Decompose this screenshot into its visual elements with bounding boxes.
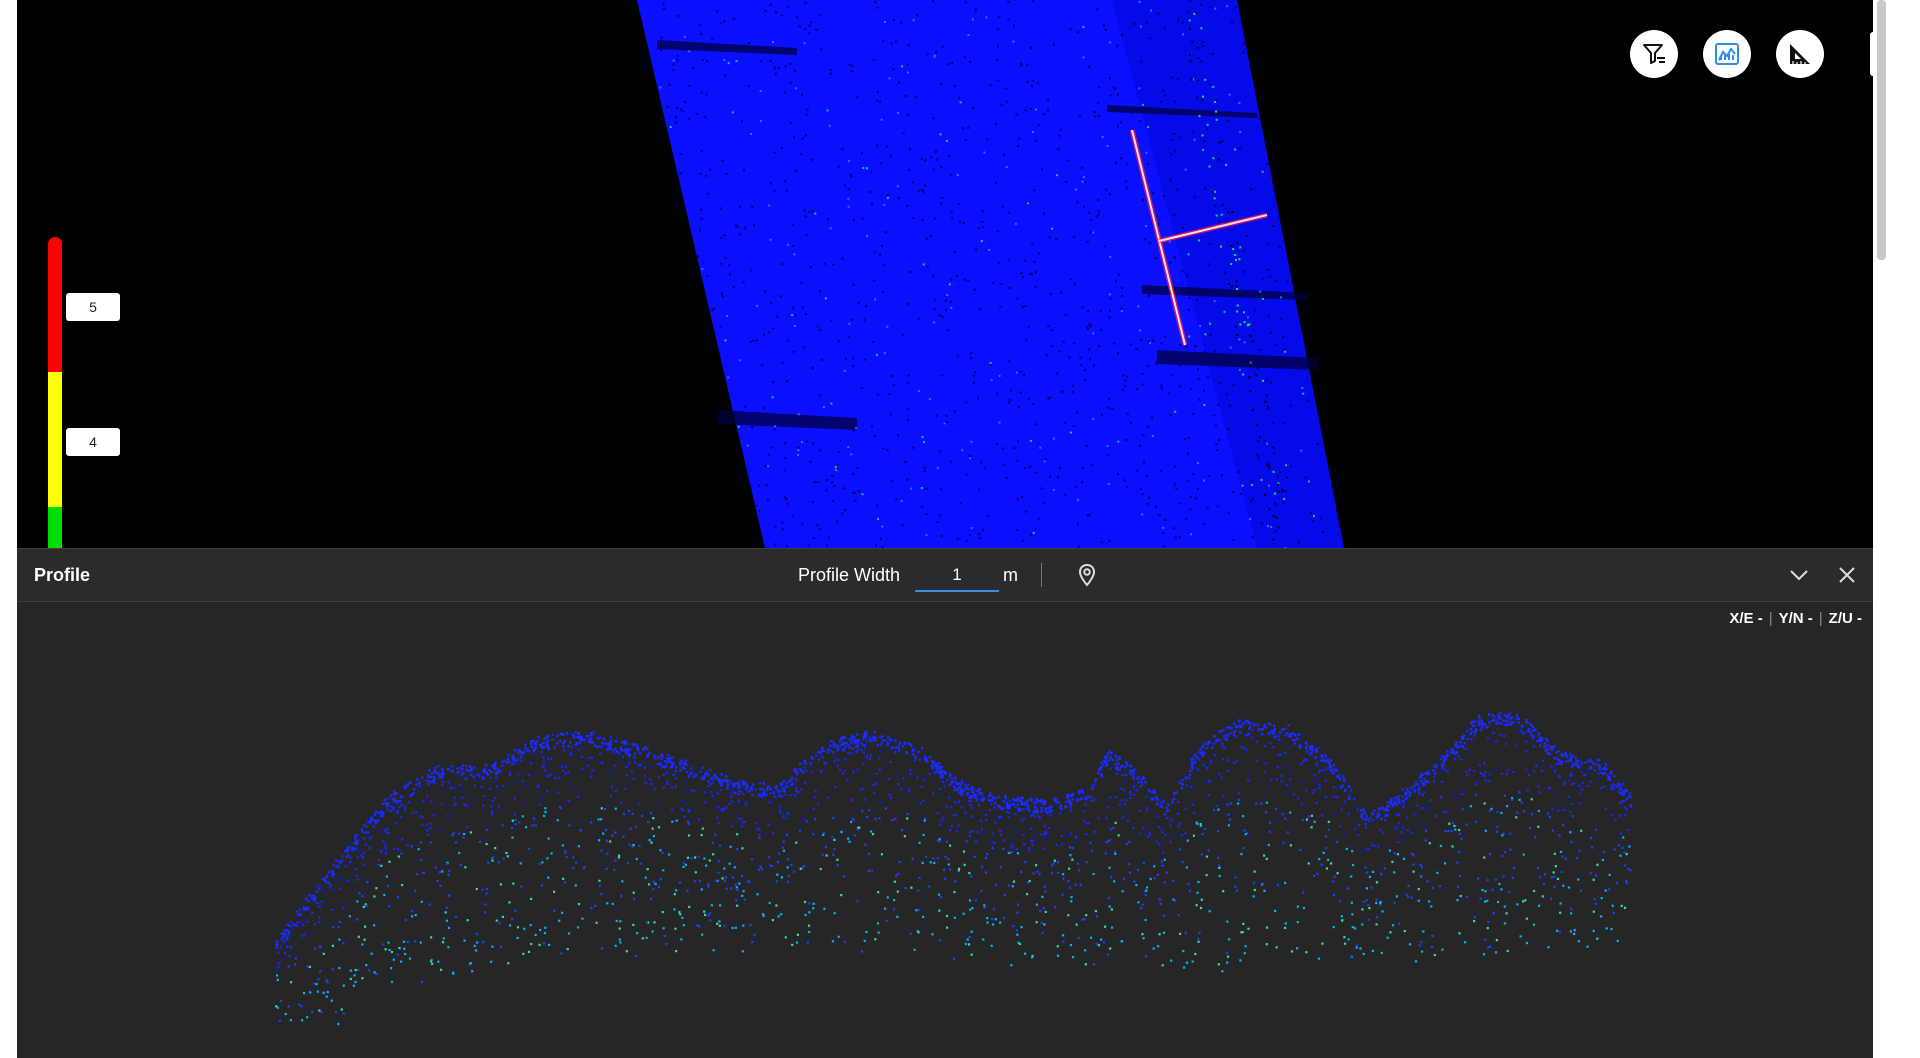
coord-separator: | (1818, 610, 1823, 627)
close-icon (1839, 567, 1855, 583)
coord-y: Y/N - (1778, 610, 1813, 627)
profile-plot[interactable] (17, 548, 1890, 1058)
coordinate-readout: X/E - | Y/N - | Z/U - (1729, 610, 1862, 627)
point-cloud-strip[interactable] (17, 0, 1890, 548)
profile-width-input[interactable] (915, 560, 999, 592)
coord-separator: | (1768, 610, 1773, 627)
elevation-color-scale (48, 237, 62, 548)
locate-profile-button[interactable] (1074, 562, 1100, 588)
coord-x: X/E - (1729, 610, 1763, 627)
collapse-profile-button[interactable] (1786, 562, 1812, 588)
profile-panel: Profile Profile Width m (17, 548, 1890, 1058)
ruler-triangle-icon (1790, 44, 1810, 64)
scale-label-5: 5 (66, 293, 120, 321)
profile-header: Profile Profile Width m (17, 548, 1890, 602)
profile-width-unit: m (1003, 565, 1018, 585)
coord-z: Z/U - (1828, 610, 1862, 627)
point-cloud-app: 5 4 » Profile Pro (17, 0, 1890, 1058)
chevron-down-icon (1790, 570, 1808, 581)
scrollbar-thumb[interactable] (1877, 0, 1886, 260)
profile-width-label: Profile Width (798, 565, 901, 585)
location-pin-icon (1078, 563, 1096, 587)
filter-icon (1643, 44, 1665, 64)
filter-button[interactable] (1630, 30, 1678, 78)
scale-label-4: 4 (66, 428, 120, 456)
profile-title: Profile (34, 565, 91, 585)
header-divider (1041, 563, 1042, 587)
point-cloud-viewer[interactable]: 5 4 » (17, 0, 1890, 548)
close-profile-button[interactable] (1834, 562, 1860, 588)
measure-button[interactable] (1776, 30, 1824, 78)
profile-chart-icon (1715, 43, 1739, 65)
profile-button[interactable] (1703, 30, 1751, 78)
